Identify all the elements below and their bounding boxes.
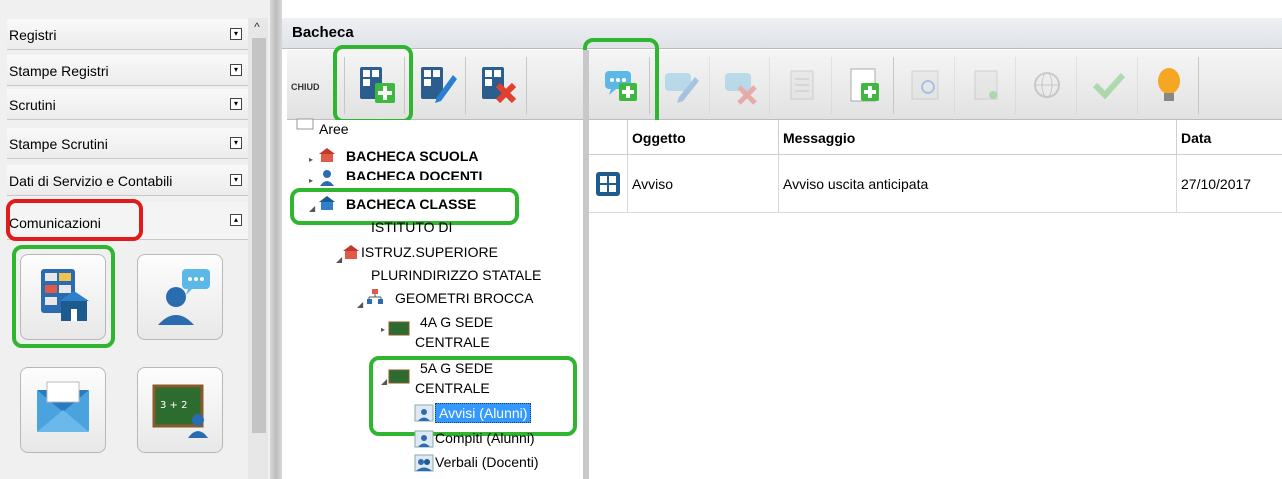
folder-icon xyxy=(296,118,314,130)
tree-bacheca-docenti[interactable]: BACHECA DOCENTI xyxy=(346,168,482,180)
chiudi-label: CHIUD xyxy=(291,82,320,92)
student-group-icon xyxy=(414,430,434,448)
accordion-label: Dati di Servizio e Contabili xyxy=(9,173,173,189)
accordion-label: Scrutini xyxy=(9,97,56,113)
table-cell-data[interactable]: 27/10/2017 xyxy=(1177,155,1282,213)
highlight-bacheca-tile xyxy=(12,245,115,348)
column-header-oggetto[interactable]: Oggetto xyxy=(628,120,779,155)
blackboard-icon xyxy=(388,321,410,336)
tree-bacheca-scuola[interactable]: BACHECA SCUOLA xyxy=(346,148,478,164)
message-delete-icon xyxy=(725,73,757,105)
preview-icon xyxy=(911,70,939,100)
accordion-label: Stampe Scrutini xyxy=(9,136,108,152)
email-tile[interactable] xyxy=(20,367,106,453)
expand-icon[interactable]: ▸ xyxy=(309,176,313,185)
chevron-down-icon[interactable]: ▾ xyxy=(230,64,242,76)
add-document-button[interactable] xyxy=(835,57,894,114)
school-icon xyxy=(343,245,359,259)
expand-icon[interactable]: ▸ xyxy=(381,325,385,334)
messaggi-icon xyxy=(158,269,210,325)
message-edit-icon xyxy=(665,73,699,103)
branch-icon xyxy=(367,289,383,304)
tree-istituto-line2[interactable]: ISTRUZ.SUPERIORE xyxy=(361,244,498,260)
web-button[interactable] xyxy=(1018,57,1077,114)
chevron-down-icon[interactable]: ▾ xyxy=(230,98,242,110)
lightbulb-icon xyxy=(1158,68,1180,101)
expand-icon[interactable]: ▸ xyxy=(309,155,313,164)
highlight-comunicazioni xyxy=(6,199,143,241)
accordion-label: Registri xyxy=(9,27,57,43)
tree-istituto-line1[interactable]: ISTITUTO DI xyxy=(371,222,452,236)
globe-icon xyxy=(1034,72,1060,98)
table-cell-messaggio[interactable]: Avviso uscita anticipata xyxy=(779,155,1177,213)
edit-message-button[interactable] xyxy=(651,57,710,114)
accordion-scrutini[interactable]: Scrutini ▾ xyxy=(7,89,248,120)
list-icon xyxy=(790,70,814,100)
tree-geometri-brocca[interactable]: GEOMETRI BROCCA xyxy=(395,290,533,306)
highlight-bacheca-classe xyxy=(290,188,519,225)
chevron-down-icon[interactable]: ▾ xyxy=(230,28,242,40)
lavagna-tile[interactable]: 3 + 2 xyxy=(137,367,223,453)
scroll-up-icon[interactable]: ^ xyxy=(250,20,264,34)
attachment-icon xyxy=(974,70,998,100)
school-icon xyxy=(319,148,335,162)
tree-4a-line2[interactable]: CENTRALE xyxy=(415,334,490,350)
delete-message-button[interactable] xyxy=(711,57,770,114)
teacher-group-icon xyxy=(414,454,434,472)
scrollbar-thumb[interactable] xyxy=(252,38,266,433)
collapse-icon[interactable]: ◢ xyxy=(357,300,363,309)
accordion-registri[interactable]: Registri ▾ xyxy=(7,19,248,50)
list-button[interactable] xyxy=(773,57,832,114)
preview-button[interactable] xyxy=(896,57,955,114)
email-icon xyxy=(37,381,89,432)
row-expand-cell[interactable] xyxy=(589,155,628,213)
chevron-down-icon[interactable]: ▾ xyxy=(230,137,242,149)
highlight-5a-node xyxy=(369,356,577,436)
expand-row-icon[interactable] xyxy=(595,171,621,197)
messaggi-tile[interactable] xyxy=(137,254,223,340)
chevron-up-icon[interactable]: ▴ xyxy=(230,214,242,226)
document-add-icon xyxy=(850,68,879,102)
tree-verbali-docenti[interactable]: Verbali (Docenti) xyxy=(435,454,539,470)
chevron-down-icon[interactable]: ▾ xyxy=(230,174,242,186)
suggestion-button[interactable] xyxy=(1140,57,1199,114)
column-header-data[interactable]: Data xyxy=(1177,120,1282,155)
highlight-add-area-button xyxy=(333,45,413,123)
docente-icon xyxy=(320,170,334,186)
board-edit-icon xyxy=(421,67,457,103)
confirm-button[interactable] xyxy=(1079,57,1138,114)
lavagna-icon: 3 + 2 xyxy=(152,384,208,438)
panel-splitter[interactable] xyxy=(270,0,282,479)
table-cell-oggetto[interactable]: Avviso xyxy=(628,155,779,213)
accordion-stampe-registri[interactable]: Stampe Registri ▾ xyxy=(7,55,248,86)
panel-header: Bacheca xyxy=(282,18,1282,49)
attachment-button[interactable] xyxy=(957,57,1016,114)
column-header-messaggio[interactable]: Messaggio xyxy=(779,120,1177,155)
board-delete-icon xyxy=(482,67,517,104)
accordion-label: Stampe Registri xyxy=(9,63,109,79)
svg-text:3 + 2: 3 + 2 xyxy=(160,400,187,411)
delete-area-button[interactable] xyxy=(468,57,527,114)
check-icon xyxy=(1092,72,1126,100)
edit-area-button[interactable] xyxy=(407,57,466,114)
tree-istituto-line3[interactable]: PLURINDIRIZZO STATALE xyxy=(371,267,541,283)
tree-root-aree[interactable]: Aree xyxy=(319,121,349,137)
tree-compiti-alunni[interactable]: Compiti (Alunni) xyxy=(435,430,535,446)
panel-title: Bacheca xyxy=(292,24,354,41)
accordion-dati-servizio[interactable]: Dati di Servizio e Contabili ▾ xyxy=(7,165,248,196)
tree-4a-line1[interactable]: 4A G SEDE xyxy=(420,314,493,330)
grid-header-icon-col xyxy=(589,120,628,155)
accordion-stampe-scrutini[interactable]: Stampe Scrutini ▾ xyxy=(7,128,248,159)
highlight-new-message-button xyxy=(583,38,659,130)
